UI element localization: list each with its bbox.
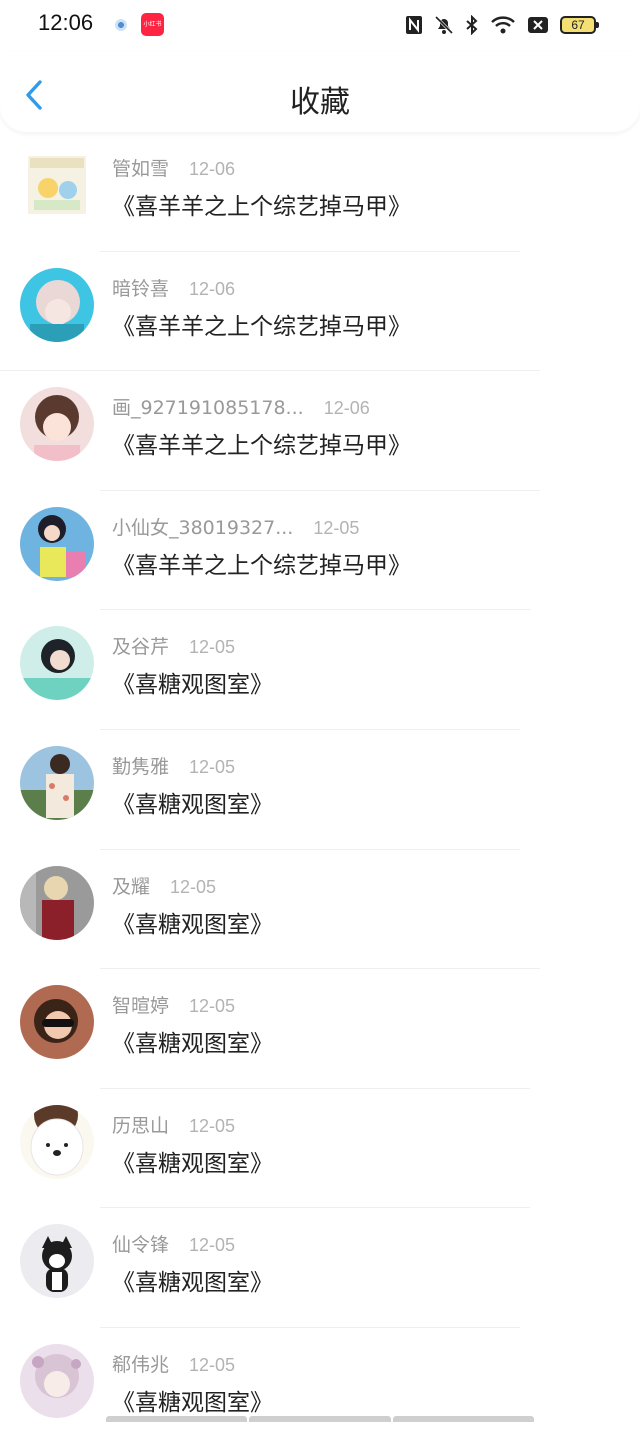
user-name: 勤隽雅 [112,755,170,778]
user-name: 管如雪 [112,158,170,180]
scroll-segment [106,1416,248,1422]
scroll-segment [249,1416,391,1422]
user-avatar[interactable] [20,1343,94,1418]
list-item[interactable]: 及耀 12-05 《喜糖观图室》 [0,850,640,970]
user-avatar[interactable] [20,865,94,940]
favorite-date: 12-06 [189,278,236,299]
favorite-date: 12-05 [189,996,236,1017]
scroll-indicator[interactable] [106,1416,534,1422]
bell-off-icon [434,15,454,35]
list-item[interactable]: 历思山 12-05 《喜糖观图室》 [0,1089,640,1209]
list-item[interactable]: 智暄婷 12-05 《喜糖观图室》 [0,969,640,1089]
user-avatar[interactable] [28,156,86,214]
favorite-date: 12-05 [189,1354,236,1375]
book-title[interactable]: 《喜糖观图室》 [112,1263,273,1297]
user-avatar[interactable] [20,506,94,581]
list-item[interactable]: 勤隽雅 12-05 《喜糖观图室》 [0,730,640,850]
user-avatar[interactable] [20,267,94,342]
xiaohongshu-app-icon: 小红书 [141,13,164,36]
user-avatar[interactable] [20,1224,94,1299]
status-icons: 67 [405,12,599,38]
book-title[interactable]: 《喜糖观图室》 [112,1024,273,1058]
book-title[interactable]: 《喜羊羊之上个综艺掉马甲》 [112,426,411,460]
favorite-date: 12-05 [189,756,236,777]
user-name: 画_927191085178... [112,397,304,420]
user-avatar[interactable] [20,1104,94,1179]
user-name: 历思山 [112,1114,170,1137]
favorite-date: 12-05 [189,1115,236,1136]
book-title[interactable]: 《喜糖观图室》 [112,665,273,699]
user-avatar[interactable] [20,387,94,462]
list-item[interactable]: 画_927191085178... 12-06 《喜羊羊之上个综艺掉马甲》 [0,371,640,491]
favorite-date: 12-05 [313,517,360,538]
bluetooth-icon [465,15,479,35]
user-name: 暗铃喜 [112,277,170,300]
user-name: 及谷芹 [112,636,170,659]
status-time: 12:06 [38,10,94,35]
battery-icon: 67 [560,16,599,34]
user-name: 智暄婷 [112,995,170,1018]
list-item[interactable]: 暗铃喜 12-06 《喜羊羊之上个综艺掉马甲》 [0,252,640,372]
user-name: 及耀 [112,875,151,898]
list-item[interactable]: 小仙女_38019327... 12-05 《喜羊羊之上个综艺掉马甲》 [0,491,640,611]
favorite-date: 12-05 [170,876,217,897]
book-title[interactable]: 《喜糖观图室》 [112,785,273,819]
book-title[interactable]: 《喜糖观图室》 [112,1383,273,1417]
user-avatar[interactable] [20,626,94,701]
book-title[interactable]: 《喜羊羊之上个综艺掉马甲》 [112,546,411,580]
book-title[interactable]: 《喜羊羊之上个综艺掉马甲》 [112,307,411,341]
favorite-date: 12-05 [189,1235,236,1256]
book-title[interactable]: 《喜糖观图室》 [112,1144,273,1178]
user-name: 仙令锋 [112,1234,170,1257]
book-title[interactable]: 《喜羊羊之上个综艺掉马甲》 [112,187,411,221]
user-avatar[interactable] [20,745,94,820]
list-item[interactable]: 仙令锋 12-05 《喜糖观图室》 [0,1208,640,1328]
page-title: 收藏 [290,85,350,120]
list-item[interactable]: 及谷芹 12-05 《喜糖观图室》 [0,610,640,730]
favorites-list: 管如雪 12-06 《喜羊羊之上个综艺掉马甲》 暗铃喜 12-06 《喜羊羊之上个综… [0,132,640,1448]
sim-off-icon [527,15,549,35]
list-item[interactable]: 郗伟兆 12-05 《喜糖观图室》 [0,1328,640,1448]
nfc-icon [405,15,423,35]
status-bar: 12:06 小红书 67 [0,0,640,52]
user-name: 小仙女_38019327... [112,516,294,539]
book-title[interactable]: 《喜糖观图室》 [112,905,273,939]
wifi-icon [490,15,516,35]
favorite-date: 12-06 [189,159,236,179]
location-dot-icon [115,19,127,31]
scroll-segment [392,1416,534,1422]
user-name: 郗伟兆 [112,1353,170,1376]
favorite-date: 12-06 [323,398,370,419]
list-item[interactable]: 管如雪 12-06 《喜羊羊之上个综艺掉马甲》 [0,132,640,252]
user-avatar[interactable] [20,985,94,1060]
top-nav-bar: 收藏 [0,52,640,132]
favorite-date: 12-05 [189,637,236,658]
